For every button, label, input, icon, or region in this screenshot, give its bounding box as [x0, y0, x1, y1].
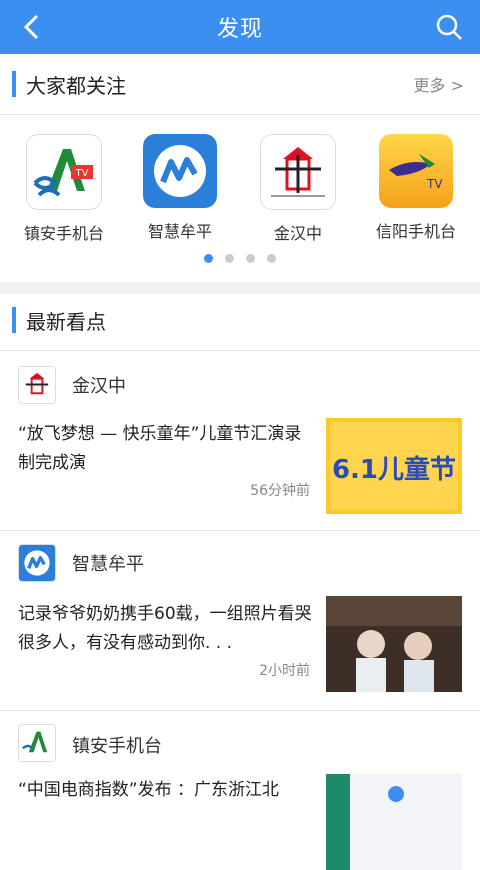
headline[interactable]: 记录爷爷奶奶携手60载，一组照片看哭很多人，有没有感动到你. . . [18, 600, 314, 658]
feed-item[interactable]: 镇安手机台 “中国电商指数”发布 ：广东浙江北 [0, 710, 480, 870]
svg-text:TV: TV [75, 168, 89, 179]
search-icon[interactable] [434, 12, 464, 42]
thumbnail-caption: 6.1儿童节 [332, 454, 456, 485]
app-name: 金汉中 [273, 224, 322, 243]
source-avatar-muping [18, 544, 56, 582]
thumbnail[interactable] [326, 596, 462, 692]
app-muping[interactable]: 智慧牟平 [122, 134, 238, 242]
svg-text:TV: TV [426, 177, 443, 191]
pager-dot[interactable] [246, 254, 255, 263]
latest-title: 最新看点 [26, 309, 106, 334]
section-accent-bar [12, 71, 16, 97]
timestamp: 56分钟前 [250, 483, 310, 499]
headline[interactable]: “放飞梦想 — 快乐童年”儿童节汇演录制完成演 [18, 420, 314, 478]
muping-logo-icon [143, 134, 217, 208]
thumbnail[interactable]: 6.1儿童节 [326, 418, 462, 514]
jinhanzhong-logo-icon [260, 134, 336, 210]
xinyang-logo-icon: TV [379, 134, 453, 208]
source-name[interactable]: 金汉中 [72, 372, 126, 398]
carousel-pager [0, 254, 480, 263]
latest-header: 最新看点 [0, 290, 480, 350]
app-zhenan[interactable]: TV 镇安手机台 [6, 134, 122, 244]
app-name: 镇安手机台 [23, 224, 104, 243]
headline[interactable]: “中国电商指数”发布 ：广东浙江北 [18, 776, 314, 805]
divider [0, 114, 480, 115]
pager-dot[interactable] [267, 254, 276, 263]
app-name: 智慧牟平 [147, 222, 212, 241]
feed-item[interactable]: 金汉中 “放飞梦想 — 快乐童年”儿童节汇演录制完成演 56分钟前 6.1儿童节 [0, 350, 480, 530]
popular-header: 大家都关注 更多 > [0, 54, 480, 114]
popular-title: 大家都关注 [26, 73, 126, 98]
thumbnail[interactable] [326, 774, 462, 870]
top-bar: 发现 [0, 0, 480, 54]
timestamp: 2小时前 [259, 663, 310, 679]
app-xinyang[interactable]: TV 信阳手机台 [358, 134, 474, 242]
feed-item[interactable]: 智慧牟平 记录爷爷奶奶携手60载，一组照片看哭很多人，有没有感动到你. . . … [0, 530, 480, 710]
section-accent-bar [12, 307, 16, 333]
app-jinhanzhong[interactable]: 金汉中 [240, 134, 356, 244]
source-avatar-zhenan [18, 724, 56, 762]
source-name[interactable]: 智慧牟平 [72, 550, 144, 576]
pager-dot[interactable] [225, 254, 234, 263]
app-list: TV 镇安手机台 智慧牟平 金汉中 TV 信阳手机台 [0, 134, 480, 244]
source-avatar-jinhanzhong [18, 366, 56, 404]
more-link[interactable]: 更多 > [414, 72, 465, 96]
source-name[interactable]: 镇安手机台 [72, 732, 162, 758]
pager-dot-active[interactable] [204, 254, 213, 263]
back-arrow-icon[interactable] [18, 12, 48, 42]
zhenan-logo-icon: TV [26, 134, 102, 210]
page-title: 发现 [216, 17, 263, 42]
app-name: 信阳手机台 [375, 222, 456, 241]
